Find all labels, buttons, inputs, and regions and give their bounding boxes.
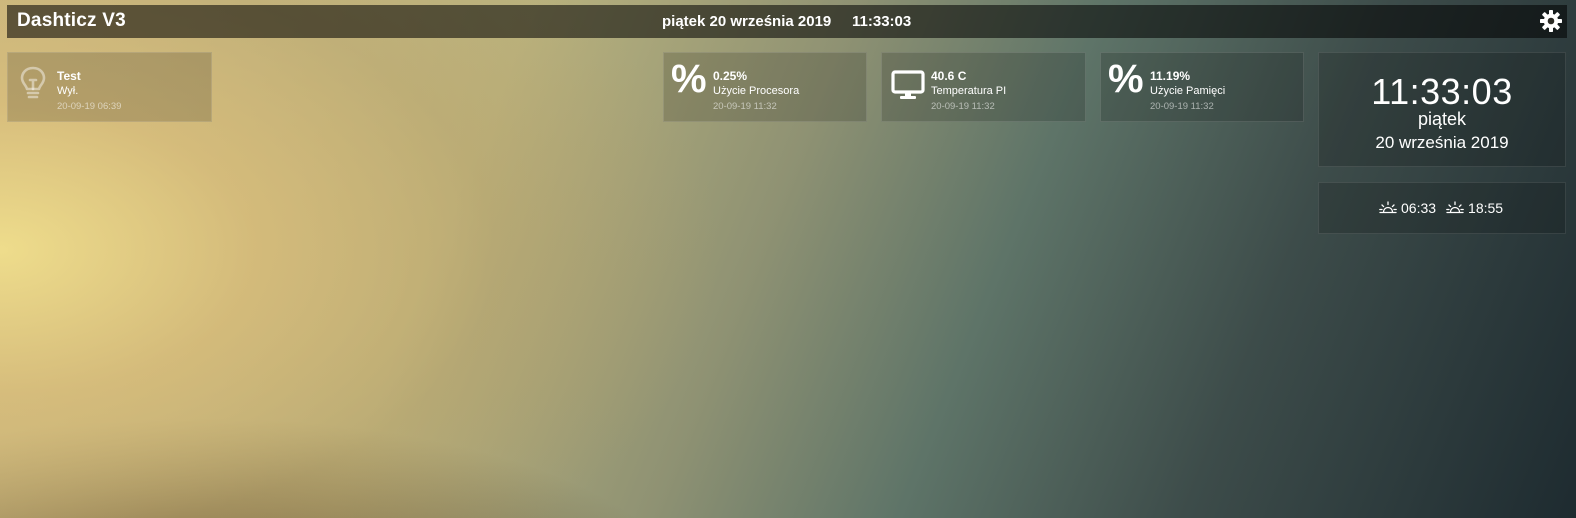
tile-timestamp: 20-09-19 11:32 [931, 101, 995, 112]
tile-test-switch[interactable]: Test Wył. 20-09-19 06:39 [7, 52, 212, 122]
sunset-icon [1446, 201, 1464, 214]
tile-temperature[interactable]: 40.6 C Temperatura PI 20-09-19 11:32 [881, 52, 1086, 122]
top-bar: Dashticz V3 piątek 20 września 2019 11:3… [7, 5, 1567, 38]
settings-button[interactable] [1539, 9, 1563, 33]
tile-name: Test [57, 69, 81, 83]
gear-icon [1540, 10, 1562, 32]
lightbulb-icon [20, 66, 46, 99]
sunrise-icon [1379, 201, 1397, 214]
monitor-icon [891, 70, 925, 99]
tile-label: Temperatura PI [931, 85, 1007, 97]
clock-widget: 11:33:03 piątek 20 września 2019 [1318, 52, 1566, 167]
percent-icon: % [671, 57, 707, 101]
tile-label: Użycie Procesora [713, 85, 800, 97]
tile-value: 0.25% [713, 69, 748, 83]
header-time: 11:33:03 [852, 13, 912, 30]
sunset-time: 18:55 [1468, 200, 1504, 216]
sunrise-sunset-widget: 06:33 18:55 [1318, 182, 1566, 234]
tile-memory-usage[interactable]: % 11.19% Użycie Pamięci 20-09-19 11:32 [1100, 52, 1304, 122]
tile-timestamp: 20-09-19 11:32 [1150, 101, 1214, 112]
tile-value: 11.19% [1150, 69, 1191, 83]
clock-day: piątek [1417, 109, 1467, 129]
sunrise-time: 06:33 [1401, 200, 1437, 216]
tile-timestamp: 20-09-19 11:32 [713, 101, 777, 112]
tile-status: Wył. [57, 85, 79, 97]
tile-timestamp: 20-09-19 06:39 [57, 101, 122, 112]
tile-value: 40.6 C [931, 69, 967, 83]
tile-label: Użycie Pamięci [1150, 85, 1226, 97]
app-title: Dashticz V3 [17, 10, 126, 31]
percent-icon: % [1108, 57, 1144, 101]
clock-time: 11:33:03 [1371, 71, 1513, 112]
clock-date: 20 września 2019 [1375, 133, 1509, 152]
tile-cpu-usage[interactable]: % 0.25% Użycie Procesora 20-09-19 11:32 [663, 52, 867, 122]
header-date: piątek 20 września 2019 [662, 13, 832, 30]
